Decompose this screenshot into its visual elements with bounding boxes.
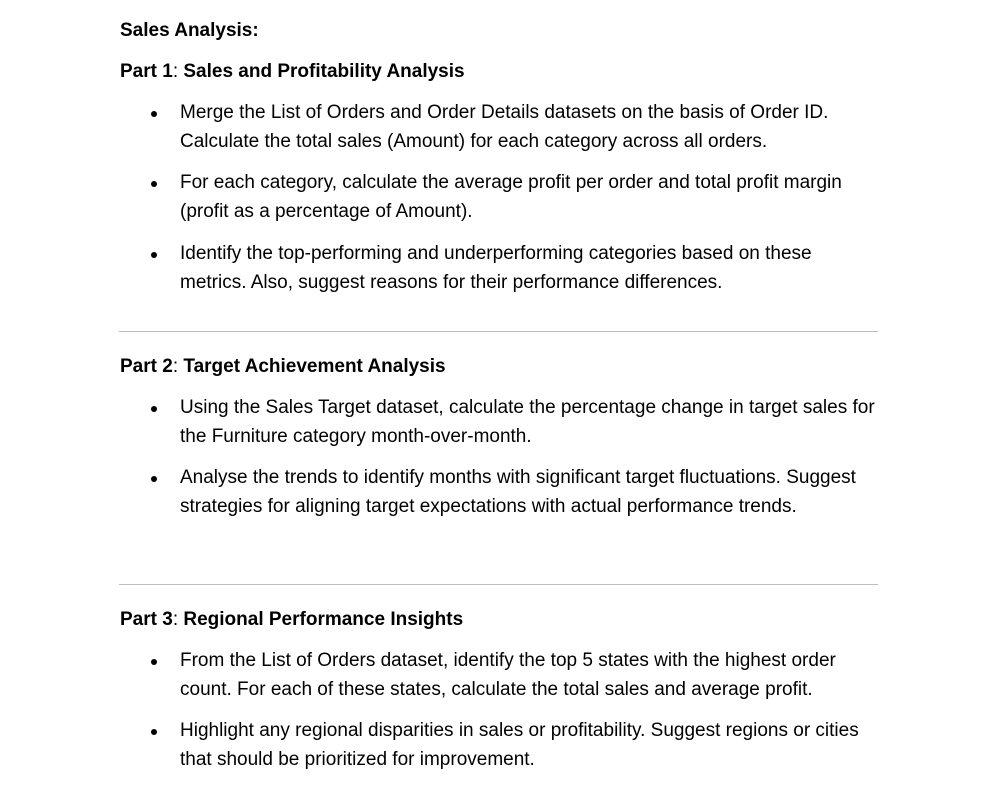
- list-item-text: Merge the List of Orders and Order Detai…: [180, 102, 829, 152]
- bullet-icon: [151, 476, 157, 482]
- part-3-number: Part 3: [120, 609, 173, 630]
- bullet-icon: [151, 252, 157, 258]
- bullet-icon: [151, 111, 157, 117]
- list-item-text: For each category, calculate the average…: [180, 172, 842, 222]
- part-2-colon: :: [172, 356, 179, 377]
- list-item-text: Using the Sales Target dataset, calculat…: [180, 397, 875, 447]
- part-1-number: Part 1: [120, 61, 173, 82]
- part-1-colon: :: [172, 61, 179, 82]
- part-2-title: Target Achievement Analysis: [183, 356, 446, 377]
- part-3-colon: :: [172, 609, 179, 630]
- section-divider: [119, 331, 878, 332]
- part-1-heading: Part 1: Sales and Profitability Analysis: [120, 60, 465, 84]
- part-1-title: Sales and Profitability Analysis: [183, 61, 465, 82]
- list-item-text: Analyse the trends to identify months wi…: [180, 467, 856, 517]
- bullet-icon: [151, 406, 157, 412]
- bullet-icon: [151, 181, 157, 187]
- bullet-icon: [151, 659, 157, 665]
- list-item-text: From the List of Orders dataset, identif…: [180, 650, 836, 700]
- section-divider: [119, 584, 878, 585]
- document-title: Sales Analysis:: [120, 20, 259, 41]
- part-2-number: Part 2: [120, 356, 173, 377]
- part-3-heading: Part 3: Regional Performance Insights: [120, 608, 463, 632]
- list-item-text: Highlight any regional disparities in sa…: [180, 720, 859, 770]
- part-2-heading: Part 2: Target Achievement Analysis: [120, 355, 446, 379]
- bullet-icon: [151, 729, 157, 735]
- part-3-title: Regional Performance Insights: [183, 609, 464, 630]
- document-page: Sales Analysis: Part 1: Sales and Profit…: [0, 0, 997, 792]
- list-item-text: Identify the top-performing and underper…: [180, 243, 812, 293]
